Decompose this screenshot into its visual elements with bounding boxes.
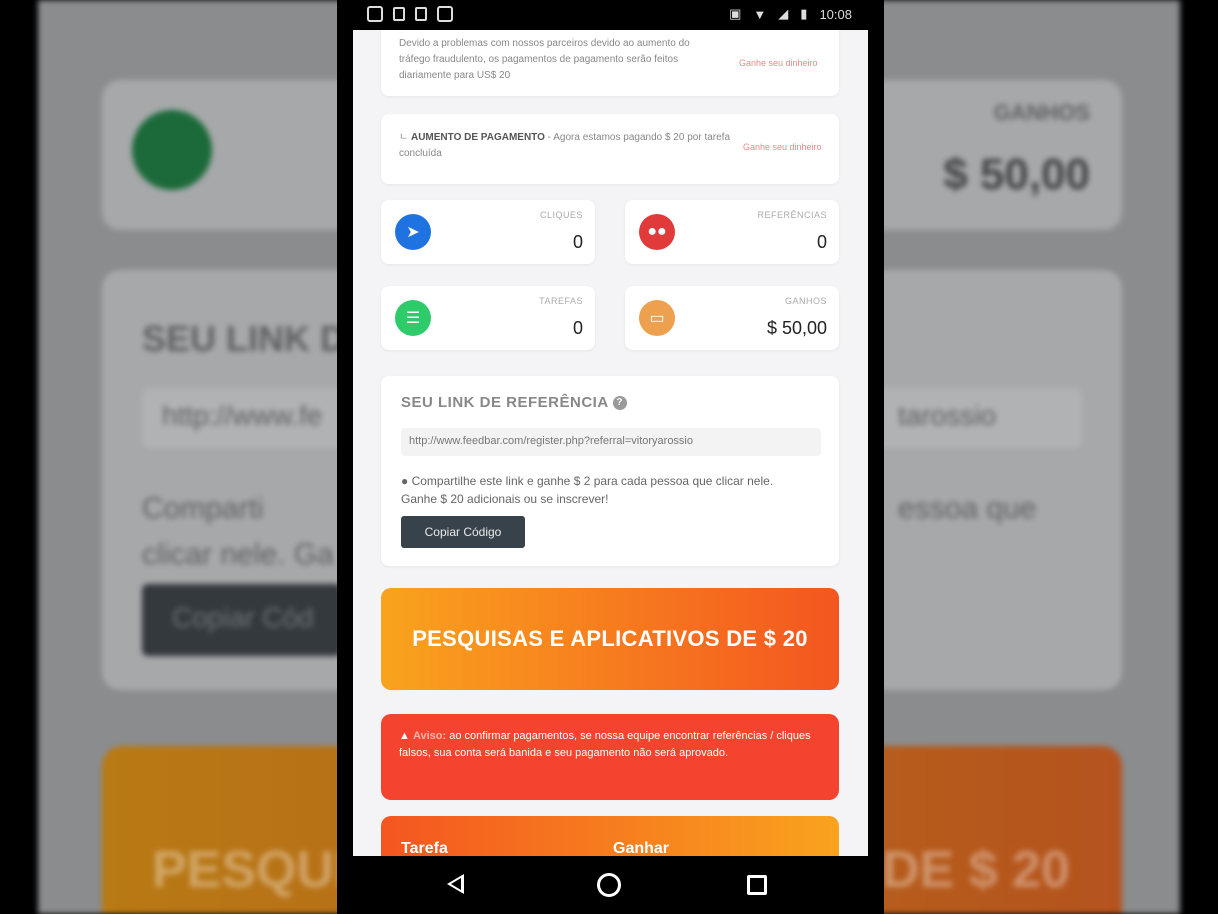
increase-notice-card: ㄴ AUMENTO DE PAGAMENTO - Agora estamos p… [381,114,839,184]
app-icon [393,7,405,21]
payment-notice-link[interactable]: Ganhe seu dinheiro [739,58,818,68]
promo-text: PESQUISAS E APLICATIVOS DE $ 20 [412,626,808,651]
increase-notice-title: AUMENTO DE PAGAMENTO [410,132,545,143]
stat-value: 0 [572,318,583,338]
stat-card-clicks: ➤ CLIQUES 0 [381,200,595,264]
warning-text: ao confirmar pagamentos, se nossa equipe… [399,730,811,759]
increase-notice-link[interactable]: Ganhe seu dinheiro [743,142,822,152]
stat-value: 0 [572,232,583,252]
question-icon[interactable]: ? [612,396,627,411]
money-icon: ▭ [639,300,675,336]
promo-banner[interactable]: PESQUISAS E APLICATIVOS DE $ 20 [381,588,839,690]
navigation-bar [337,856,884,914]
bg-url-left: http://www.fe [162,400,323,431]
users-icon: ●● [639,214,675,250]
phone-frame: ▣ ▼ ◢ ▮ 10:08 Devido a problemas com nos… [337,0,884,914]
increase-notice-text: ㄴ AUMENTO DE PAGAMENTO - Agora estamos p… [399,130,739,162]
referral-description: ● Compartilhe este link e ganhe $ 2 para… [401,472,801,508]
stat-card-referrals: ●● REFERÊNCIAS 0 [625,200,839,264]
task-column-header: Tarefa [401,840,448,856]
stat-card-earnings: ▭ GANHOS $ 50,00 [625,286,839,350]
bg-promo-right: DE $ 20 [882,841,1070,899]
bg-earnings-value: $ 50,00 [943,150,1090,199]
referral-title: SEU LINK DE REFERÊNCIA? [401,394,627,411]
info-icon: ● [401,474,412,488]
stat-label: CLIQUES [539,210,583,220]
stat-label: GANHOS [784,296,827,306]
screenshot: GANHOS $ 50,00 SEU LINK D http://www.fe … [0,0,1218,914]
app-screen[interactable]: Devido a problemas com nossos parceiros … [353,30,868,856]
referral-description-text: Compartilhe este link e ganhe $ 2 para c… [401,474,774,506]
home-icon[interactable] [597,873,621,897]
gallery-icon [367,6,383,22]
list-icon: ☰ [395,300,431,336]
battery-icon: ▮ [800,6,808,21]
vibrate-icon: ▣ [729,6,742,21]
recent-apps-icon[interactable] [747,875,767,895]
bg-url-right: tarossio [898,400,997,431]
referral-title-text: SEU LINK DE REFERÊNCIA [401,394,609,411]
bg-copy-label: Copiar Cód [172,602,314,633]
warning-alert: ▲ Aviso: ao confirmar pagamentos, se nos… [381,714,839,800]
status-bar-notifications [367,6,453,22]
bg-earnings-label: GANHOS [993,100,1090,125]
bg-promo-left: PESQUI [152,841,349,899]
back-icon[interactable] [447,874,464,894]
clock: 10:08 [819,6,852,22]
signal-icon: ◢ [778,6,789,21]
stat-value: $ 50,00 [766,318,827,338]
status-bar: ▣ ▼ ◢ ▮ 10:08 [353,0,868,30]
cursor-icon: ➤ [395,214,431,250]
stat-label: REFERÊNCIAS [757,210,827,220]
status-bar-system: ▣ ▼ ◢ ▮ 10:08 [729,6,852,22]
bg-referral-title: SEU LINK D [142,318,347,359]
increase-notice-icon: ㄴ [399,132,411,143]
referral-url-field[interactable]: http://www.feedbar.com/register.php?refe… [401,428,821,456]
stat-label: TAREFAS [539,296,583,306]
bg-list-icon [132,110,212,190]
earn-column-header: Ganhar [613,840,670,856]
bg-desc-left: Comparti [142,492,264,525]
stat-card-tasks: ☰ TAREFAS 0 [381,286,595,350]
download-icon [415,7,427,21]
referral-card: SEU LINK DE REFERÊNCIA? http://www.feedb… [381,376,839,566]
bg-desc-left2: clicar nele. Ga [142,538,334,571]
payment-notice-card: Devido a problemas com nossos parceiros … [381,30,839,96]
task-table-header: Tarefa Ganhar [381,816,839,856]
copy-code-button[interactable]: Copiar Código [401,516,525,548]
wifi-icon: ▼ [753,6,767,22]
payment-notice-text: Devido a problemas com nossos parceiros … [399,38,690,81]
screenshot-icon [437,6,453,22]
warning-icon: ▲ [399,730,413,742]
warning-label: Aviso: [412,730,447,742]
bg-desc-right: essoa que [898,492,1037,525]
stat-value: 0 [816,232,827,252]
